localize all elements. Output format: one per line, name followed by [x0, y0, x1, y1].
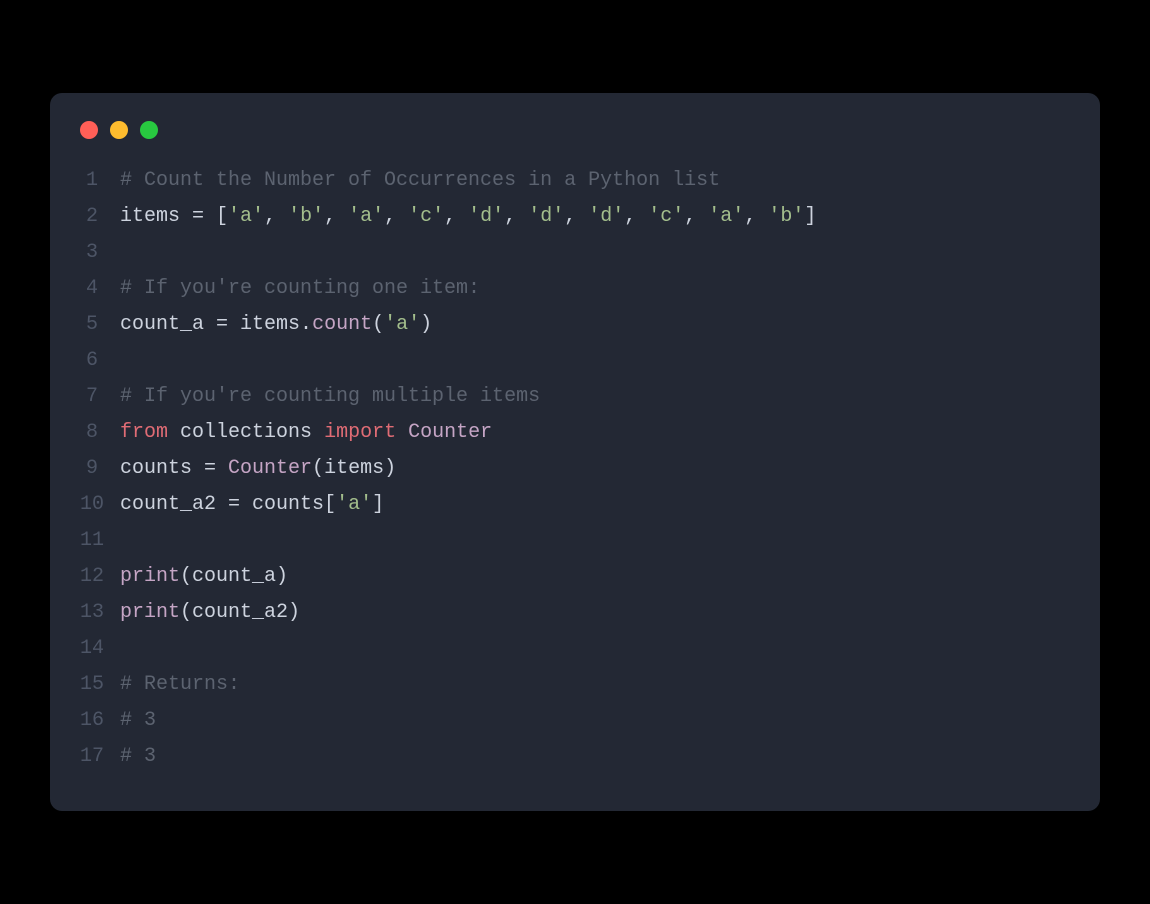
line-number: 5	[80, 307, 120, 343]
code-content: from collections import Counter	[120, 415, 1070, 451]
line-number: 11	[80, 523, 120, 559]
code-line: 17 # 3	[80, 739, 1070, 775]
code-line: 1 # Count the Number of Occurrences in a…	[80, 163, 1070, 199]
line-number: 3	[80, 235, 120, 271]
line-number: 6	[80, 343, 120, 379]
code-content: # Count the Number of Occurrences in a P…	[120, 163, 1070, 199]
zoom-icon[interactable]	[140, 121, 158, 139]
code-line: 12 print(count_a)	[80, 559, 1070, 595]
code-content: count_a2 = counts['a']	[120, 487, 1070, 523]
code-content: counts = Counter(items)	[120, 451, 1070, 487]
code-content	[120, 235, 1070, 271]
line-number: 16	[80, 703, 120, 739]
code-content: count_a = items.count('a')	[120, 307, 1070, 343]
code-line: 11	[80, 523, 1070, 559]
code-content: print(count_a2)	[120, 595, 1070, 631]
line-number: 1	[80, 163, 120, 199]
line-number: 9	[80, 451, 120, 487]
code-content: # If you're counting one item:	[120, 271, 1070, 307]
code-content	[120, 343, 1070, 379]
line-number: 10	[80, 487, 120, 523]
line-number: 4	[80, 271, 120, 307]
code-line: 16 # 3	[80, 703, 1070, 739]
line-number: 17	[80, 739, 120, 775]
code-editor[interactable]: 1 # Count the Number of Occurrences in a…	[50, 163, 1100, 775]
code-content	[120, 631, 1070, 667]
code-line: 15 # Returns:	[80, 667, 1070, 703]
code-line: 2 items = ['a', 'b', 'a', 'c', 'd', 'd',…	[80, 199, 1070, 235]
code-line: 7 # If you're counting multiple items	[80, 379, 1070, 415]
code-content	[120, 523, 1070, 559]
code-content: print(count_a)	[120, 559, 1070, 595]
code-content: # 3	[120, 703, 1070, 739]
minimize-icon[interactable]	[110, 121, 128, 139]
window-titlebar	[50, 121, 1100, 163]
code-line: 9 counts = Counter(items)	[80, 451, 1070, 487]
code-line: 4 # If you're counting one item:	[80, 271, 1070, 307]
code-line: 3	[80, 235, 1070, 271]
line-number: 12	[80, 559, 120, 595]
code-content: # 3	[120, 739, 1070, 775]
code-content: # If you're counting multiple items	[120, 379, 1070, 415]
line-number: 13	[80, 595, 120, 631]
code-content: items = ['a', 'b', 'a', 'c', 'd', 'd', '…	[120, 199, 1070, 235]
line-number: 2	[80, 199, 120, 235]
code-line: 13 print(count_a2)	[80, 595, 1070, 631]
line-number: 7	[80, 379, 120, 415]
code-window: 1 # Count the Number of Occurrences in a…	[50, 93, 1100, 811]
code-line: 10 count_a2 = counts['a']	[80, 487, 1070, 523]
code-line: 8 from collections import Counter	[80, 415, 1070, 451]
close-icon[interactable]	[80, 121, 98, 139]
code-line: 14	[80, 631, 1070, 667]
code-content: # Returns:	[120, 667, 1070, 703]
line-number: 8	[80, 415, 120, 451]
line-number: 15	[80, 667, 120, 703]
code-line: 6	[80, 343, 1070, 379]
line-number: 14	[80, 631, 120, 667]
code-line: 5 count_a = items.count('a')	[80, 307, 1070, 343]
